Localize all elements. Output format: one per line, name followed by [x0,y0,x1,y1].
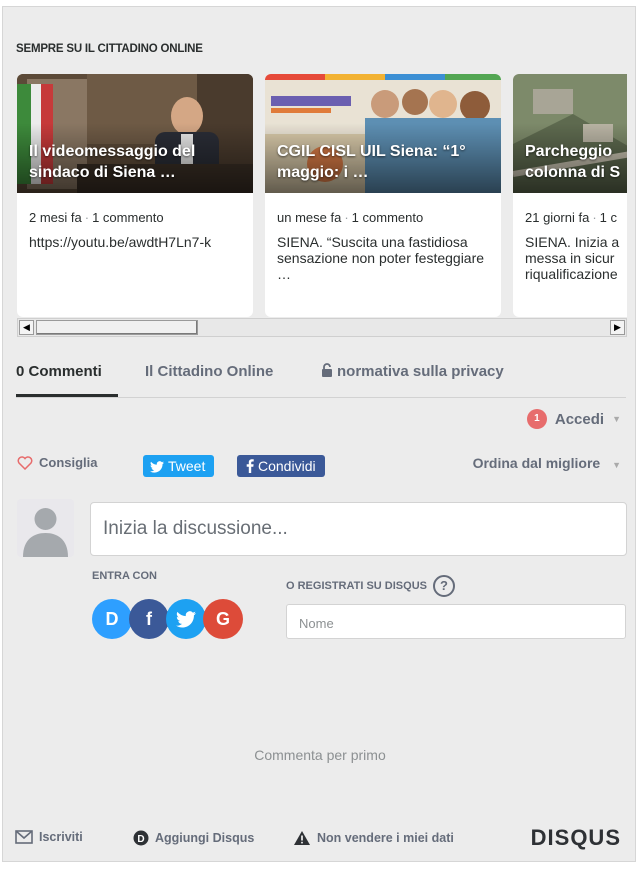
card-thumbnail: Parcheggio colonna di S [513,74,627,193]
disqus-login-button[interactable]: D [92,599,132,639]
comment-composer-input[interactable]: Inizia la discussione... [90,502,627,556]
warning-icon [294,831,310,845]
disqus-d-icon: D [133,830,149,846]
svg-text:D: D [137,834,144,845]
disqus-d-icon: D [105,608,119,629]
empty-comments-message: Commenta per primo [254,747,386,763]
add-disqus-label: Aggiungi Disqus [155,831,255,845]
card-title: CGIL CISL UIL Siena: “1° maggio: i … [277,143,466,181]
card-meta: un mese fa · 1 commento [277,210,424,225]
tweet-button[interactable]: Tweet [143,455,215,477]
register-label-text: O REGISTRATI SU DISQUS [286,580,427,592]
google-icon: G [215,608,230,629]
card-comments: 1 commento [92,210,164,225]
recommendation-card[interactable]: CGIL CISL UIL Siena: “1° maggio: i … un … [265,74,501,317]
add-disqus-link[interactable]: D Aggiungi Disqus [133,830,254,846]
login-menu[interactable]: 1 Accedi ▼ [526,409,621,429]
card-age: un mese fa [277,210,342,225]
register-label: O REGISTRATI SU DISQUS ? [286,575,455,597]
card-meta: 2 mesi fa · 1 commento [29,210,164,225]
twitter-login-button[interactable] [166,599,206,639]
share-label: Condividi [258,458,316,474]
help-icon[interactable]: ? [432,575,455,597]
google-login-button[interactable]: G [203,599,243,639]
chevron-down-icon: ▼ [612,460,621,470]
disqus-frame: SEMPRE SU IL CITTADINO ONLINE Il videome… [2,6,636,862]
avatar [17,499,74,557]
card-excerpt: SIENA. Inizia a messa in sicur riqualifi… [525,234,620,282]
tab-comments[interactable]: 0 Commenti [16,363,102,380]
tabs-divider [16,397,626,398]
facebook-icon: f [146,608,152,629]
scroll-right-arrow[interactable]: ▶ [610,320,625,335]
card-excerpt: SIENA. “Suscita una fastidiosa sensazion… [277,234,485,282]
chevron-down-icon: ▼ [612,414,621,424]
scrollbar-thumb[interactable] [36,320,198,335]
disqus-logo[interactable]: DISQUS [531,825,621,851]
tab-privacy[interactable]: normativa sulla privacy [321,363,504,380]
card-title: Parcheggio colonna di S [525,143,621,181]
card-comments: 1 c [599,210,618,225]
card-age: 21 giorni fa [525,210,590,225]
do-not-sell-label: Non vendere i miei dati [317,831,454,845]
login-label: Accedi [554,410,605,428]
heart-icon [17,455,33,470]
facebook-share-button[interactable]: Condividi [237,455,325,477]
mail-icon [15,830,33,844]
carousel-scrollbar[interactable]: ◀ ▶ [17,318,627,337]
card-meta: 21 giorni fa · 1 c [525,210,618,225]
subscribe-link[interactable]: Iscriviti [15,830,83,844]
facebook-login-button[interactable]: f [129,599,169,639]
social-login-buttons: D f G [92,599,243,639]
name-field[interactable]: Nome [286,604,626,639]
card-excerpt: https://youtu.be/awdtH7Ln7-k [29,234,212,250]
tweet-label: Tweet [168,458,206,474]
recommend-button[interactable]: Consiglia [17,455,98,470]
subscribe-label: Iscriviti [39,830,83,844]
sort-label: Ordina dal migliore [472,455,601,471]
notification-badge: 1 [526,409,547,429]
card-title: Il videomessaggio del sindaco di Siena … [29,143,196,181]
recommendation-card[interactable]: Parcheggio colonna di S 21 giorni fa · 1 c… [513,74,627,317]
twitter-icon [176,610,196,627]
section-title: SEMPRE SU IL CITTADINO ONLINE [16,43,203,55]
tab-community[interactable]: Il Cittadino Online [145,363,273,380]
do-not-sell-link[interactable]: Non vendere i miei dati [293,830,454,846]
card-comments: 1 commento [351,210,424,225]
login-with-label: ENTRA CON [92,570,157,582]
card-age: 2 mesi fa [29,210,82,225]
lock-icon [322,363,332,377]
scroll-left-arrow[interactable]: ◀ [19,320,34,335]
twitter-icon [150,461,164,473]
card-thumbnail: CGIL CISL UIL Siena: “1° maggio: i … [265,74,501,193]
card-thumbnail: Il videomessaggio del sindaco di Siena … [17,74,253,193]
privacy-label: normativa sulla privacy [337,363,504,380]
recommend-label: Consiglia [39,455,98,470]
facebook-icon [246,459,254,473]
sort-dropdown[interactable]: Ordina dal migliore ▼ [473,455,621,471]
recommendations-carousel: Il videomessaggio del sindaco di Siena …… [17,74,627,317]
recommendation-card[interactable]: Il videomessaggio del sindaco di Siena …… [17,74,253,317]
